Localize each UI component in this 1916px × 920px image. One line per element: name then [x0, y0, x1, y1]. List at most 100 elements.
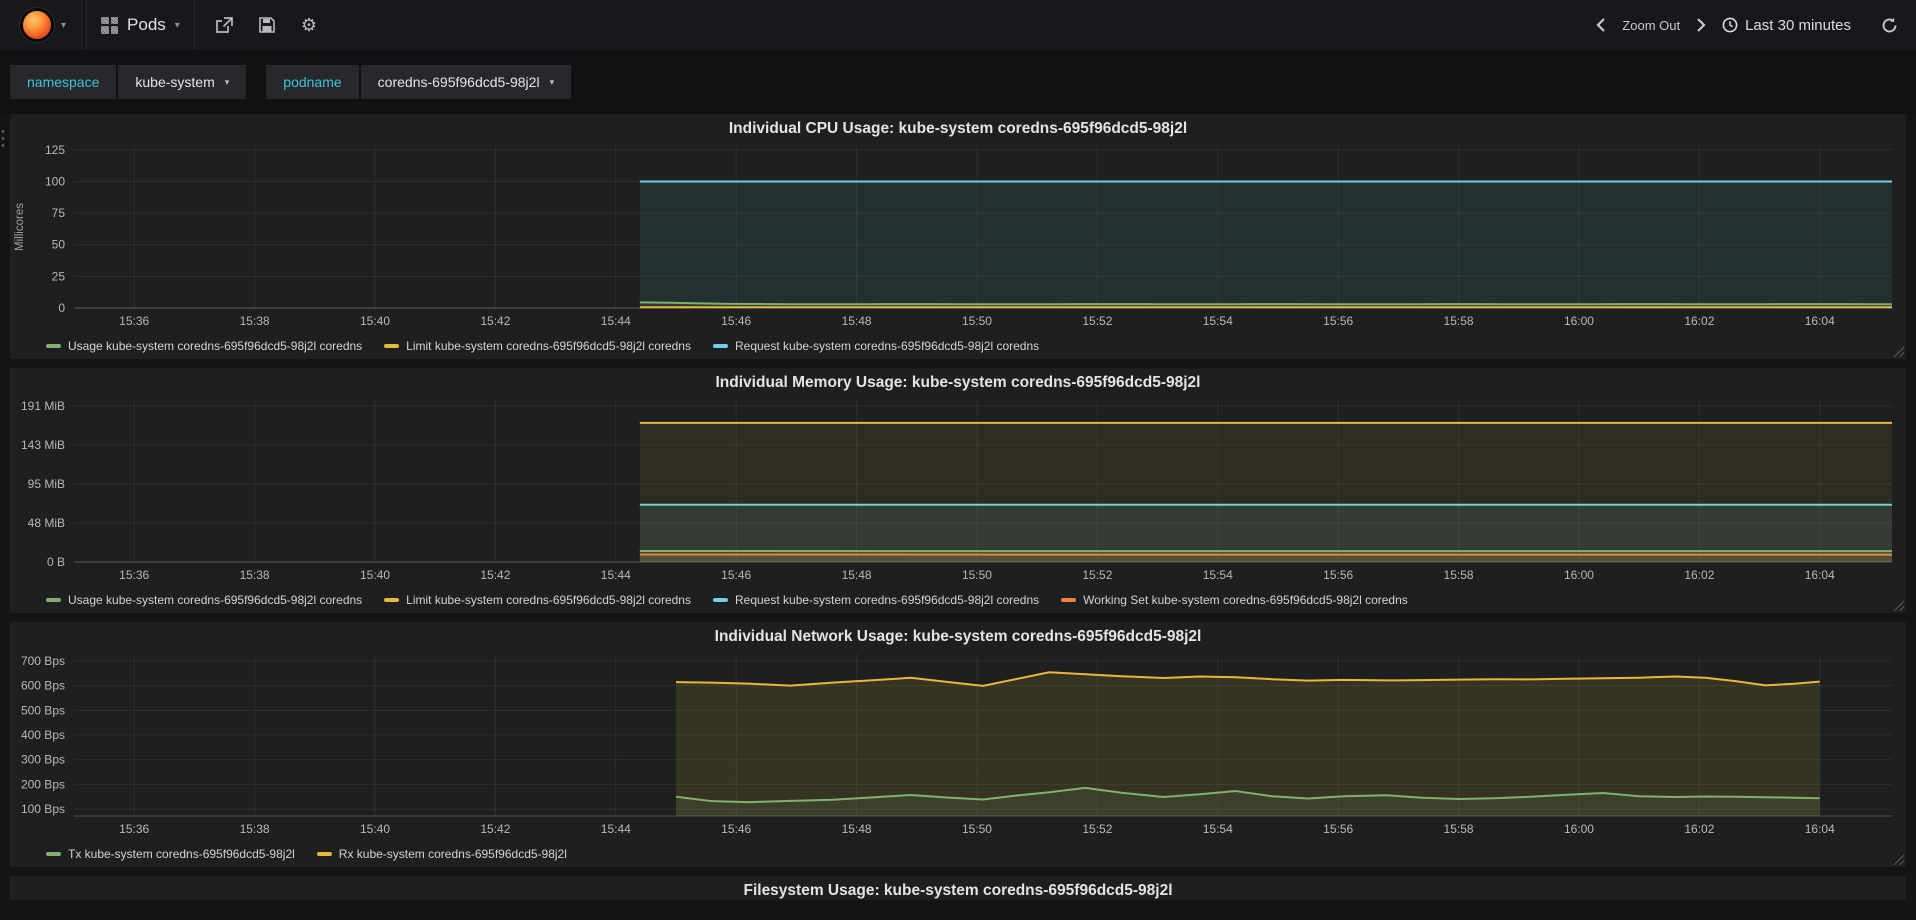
- legend-series-label: Request kube-system coredns-695f96dcd5-9…: [734, 593, 1040, 607]
- legend-item[interactable]: Request kube-system coredns-695f96dcd5-9…: [712, 593, 1040, 607]
- x-tick-label: 15:50: [962, 822, 992, 836]
- panel-cpu-usage: Individual CPU Usage: kube-system coredn…: [10, 114, 1906, 359]
- x-tick-label: 15:54: [1203, 314, 1233, 328]
- chart-memory-usage[interactable]: 0 B 48 MiB 95 MiB 143 MiB 191 MiB 15:36 15:38 1…: [10, 394, 1906, 586]
- x-tick-label: 15:46: [721, 568, 751, 582]
- save-icon[interactable]: [259, 17, 275, 33]
- y-tick-label: 200 Bps: [21, 777, 65, 791]
- y-tick-label: 600 Bps: [21, 679, 65, 693]
- legend-item[interactable]: Request kube-system coredns-695f96dcd5-9…: [712, 339, 1040, 353]
- legend-series-color-icon: [316, 852, 332, 856]
- x-tick-label: 15:52: [1082, 568, 1112, 582]
- legend-series-color-icon: [384, 598, 400, 602]
- x-tick-label: 15:42: [480, 822, 510, 836]
- legend-item[interactable]: Usage kube-system coredns-695f96dcd5-98j…: [46, 339, 362, 353]
- panel-title-cpu-usage[interactable]: Individual CPU Usage: kube-system coredn…: [10, 114, 1906, 140]
- x-tick-label: 15:50: [962, 314, 992, 328]
- template-variables-row: namespace kube-system ▾ podname coredns-…: [0, 50, 1916, 114]
- variable-podname-label: podname: [266, 65, 359, 99]
- x-tick-label: 15:46: [721, 314, 751, 328]
- refresh-icon[interactable]: [1881, 17, 1898, 34]
- legend-item[interactable]: Tx kube-system coredns-695f96dcd5-98j2l: [46, 847, 295, 861]
- legend-item[interactable]: Rx kube-system coredns-695f96dcd5-98j2l: [316, 847, 567, 861]
- dashboards-grid-icon: [101, 16, 119, 34]
- dashboard-title: Pods: [127, 15, 166, 34]
- panel-title-memory-usage[interactable]: Individual Memory Usage: kube-system cor…: [10, 368, 1906, 394]
- x-tick-label: 15:36: [119, 822, 149, 836]
- legend-item[interactable]: Working Set kube-system coredns-695f96dc…: [1061, 593, 1408, 607]
- x-tick-label: 15:38: [240, 822, 270, 836]
- y-tick-label: 48 MiB: [28, 516, 65, 530]
- gear-icon[interactable]: ⚙: [301, 16, 317, 34]
- x-tick-label: 15:58: [1444, 314, 1474, 328]
- clock-icon: [1722, 17, 1738, 33]
- share-icon[interactable]: [215, 16, 233, 34]
- legend-item[interactable]: Usage kube-system coredns-695f96dcd5-98j…: [46, 593, 362, 607]
- x-tick-label: 15:52: [1082, 314, 1112, 328]
- panel-title-filesystem-usage[interactable]: Filesystem Usage: kube-system coredns-69…: [10, 876, 1906, 900]
- y-tick-label: 125: [45, 143, 65, 157]
- panel-title-network-usage[interactable]: Individual Network Usage: kube-system co…: [10, 622, 1906, 648]
- chevron-down-icon: ▾: [549, 76, 555, 87]
- x-tick-label: 16:04: [1805, 822, 1835, 836]
- y-tick-label: 95 MiB: [28, 477, 65, 491]
- x-tick-label: 15:36: [119, 568, 149, 582]
- grafana-logo-button[interactable]: ▾: [14, 8, 72, 42]
- chart-cpu-usage[interactable]: 0 25 50 75 100 125 15:36 15:38 15:40 15:42 15:44 15…: [10, 140, 1906, 332]
- x-tick-label: 15:48: [842, 822, 872, 836]
- time-range-picker[interactable]: Last 30 minutes: [1722, 17, 1851, 34]
- variable-podname: podname coredns-695f96dcd5-98j2l ▾: [266, 65, 572, 99]
- zoom-out-button[interactable]: Zoom Out: [1622, 18, 1680, 33]
- x-tick-label: 15:58: [1444, 568, 1474, 582]
- x-tick-label: 16:04: [1805, 568, 1835, 582]
- y-tick-label: 143 MiB: [21, 438, 65, 452]
- x-tick-label: 16:00: [1564, 314, 1594, 328]
- variable-namespace: namespace kube-system ▾: [10, 65, 247, 99]
- x-tick-label: 16:04: [1805, 314, 1835, 328]
- y-tick-label: 400 Bps: [21, 728, 65, 742]
- legend-item[interactable]: Limit kube-system coredns-695f96dcd5-98j…: [384, 593, 691, 607]
- y-tick-label: 0: [58, 301, 65, 315]
- x-tick-label: 15:56: [1323, 314, 1353, 328]
- x-tick-label: 15:54: [1203, 568, 1233, 582]
- panel-filesystem-usage: Filesystem Usage: kube-system coredns-69…: [10, 876, 1906, 900]
- legend-series-color-icon: [712, 344, 728, 348]
- variable-podname-dropdown[interactable]: coredns-695f96dcd5-98j2l ▾: [360, 65, 572, 99]
- y-tick-label: 0 B: [47, 555, 65, 569]
- x-tick-label: 15:40: [360, 568, 390, 582]
- legend-series-color-icon: [46, 852, 61, 856]
- x-tick-label: 15:44: [601, 314, 631, 328]
- legend-item[interactable]: Limit kube-system coredns-695f96dcd5-98j…: [384, 339, 691, 353]
- legend-series-label: Usage kube-system coredns-695f96dcd5-98j…: [68, 339, 363, 353]
- legend-series-label: Working Set kube-system coredns-695f96dc…: [1083, 593, 1408, 607]
- x-tick-label: 15:40: [360, 314, 390, 328]
- panel-memory-usage: Individual Memory Usage: kube-system cor…: [10, 368, 1906, 613]
- chart-network-usage[interactable]: 100 Bps 200 Bps 300 Bps 400 Bps 500 Bps 600 B…: [10, 648, 1906, 840]
- time-shift-forward-icon[interactable]: [1696, 18, 1706, 32]
- chevron-down-icon: ▾: [174, 19, 180, 31]
- dashboard-picker[interactable]: Pods ▾: [101, 15, 180, 35]
- x-tick-label: 16:02: [1684, 822, 1714, 836]
- panel-network-usage: Individual Network Usage: kube-system co…: [10, 622, 1906, 867]
- y-tick-label: 25: [52, 269, 66, 283]
- row-drag-handle[interactable]: [1, 128, 5, 148]
- legend-cpu-usage: Usage kube-system coredns-695f96dcd5-98j…: [10, 337, 1906, 359]
- x-tick-label: 15:44: [601, 822, 631, 836]
- top-navbar: ▾ Pods ▾ ⚙ Zoom Out Last 30 minutes: [0, 0, 1916, 50]
- dashboard-panels: Individual CPU Usage: kube-system coredn…: [0, 114, 1916, 900]
- time-shift-back-icon[interactable]: [1596, 18, 1606, 32]
- variable-namespace-dropdown[interactable]: kube-system ▾: [118, 65, 247, 99]
- legend-series-color-icon: [384, 344, 400, 348]
- y-tick-label: 191 MiB: [21, 399, 65, 413]
- x-tick-label: 15:40: [360, 822, 390, 836]
- y-tick-label: 700 Bps: [21, 654, 65, 668]
- legend-series-label: Limit kube-system coredns-695f96dcd5-98j…: [406, 593, 691, 607]
- legend-series-label: Request kube-system coredns-695f96dcd5-9…: [734, 339, 1040, 353]
- x-tick-label: 15:54: [1203, 822, 1233, 836]
- x-tick-label: 15:38: [240, 314, 270, 328]
- y-axis-label: Millicores: [14, 203, 26, 251]
- legend-series-color-icon: [46, 598, 61, 602]
- x-tick-label: 15:58: [1444, 822, 1474, 836]
- chevron-down-icon: ▾: [61, 19, 67, 31]
- x-tick-label: 16:02: [1684, 568, 1714, 582]
